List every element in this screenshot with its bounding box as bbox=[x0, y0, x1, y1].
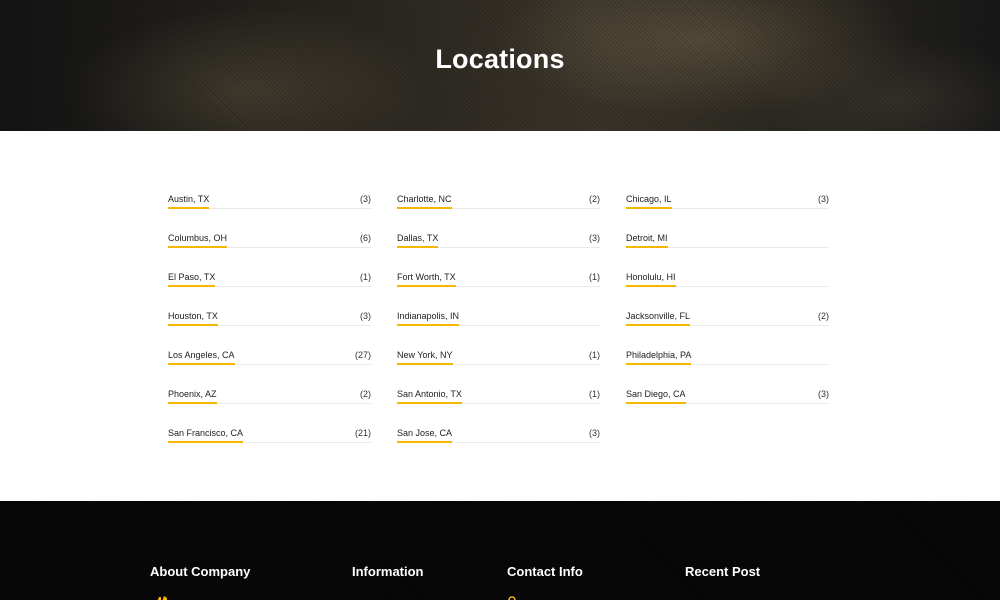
location-link[interactable]: Austin, TX (3) bbox=[168, 190, 371, 209]
location-count: (1) bbox=[589, 350, 600, 360]
locations-column-3: Chicago, IL (3) Detroit, MI Honolulu, HI… bbox=[626, 190, 829, 424]
location-count: (3) bbox=[818, 194, 829, 204]
locations-column-2: Charlotte, NC (2) Dallas, TX (3) Fort Wo… bbox=[397, 190, 600, 463]
location-name: Dallas, TX bbox=[397, 233, 439, 248]
location-count: (2) bbox=[589, 194, 600, 204]
location-link[interactable]: Columbus, OH (6) bbox=[168, 229, 371, 248]
location-link[interactable]: Detroit, MI bbox=[626, 229, 829, 248]
location-link[interactable]: Houston, TX (3) bbox=[168, 307, 371, 326]
location-name: Fort Worth, TX bbox=[397, 272, 456, 287]
location-count: (3) bbox=[589, 428, 600, 438]
location-name: Jacksonville, FL bbox=[626, 311, 691, 326]
location-link[interactable]: Los Angeles, CA (27) bbox=[168, 346, 371, 365]
footer-heading-about: About Company bbox=[150, 564, 251, 579]
location-count: (2) bbox=[360, 389, 371, 399]
location-name: Detroit, MI bbox=[626, 233, 668, 248]
location-link[interactable]: Honolulu, HI bbox=[626, 268, 829, 287]
location-count: (3) bbox=[818, 389, 829, 399]
location-name: Houston, TX bbox=[168, 311, 218, 326]
location-name: Columbus, OH bbox=[168, 233, 228, 248]
location-link[interactable]: San Francisco, CA (21) bbox=[168, 424, 371, 443]
location-count: (21) bbox=[354, 428, 371, 438]
footer-heading-information: Information bbox=[352, 564, 424, 579]
map-pin-icon bbox=[508, 596, 516, 600]
location-link[interactable]: San Antonio, TX (1) bbox=[397, 385, 600, 404]
location-name: New York, NY bbox=[397, 350, 453, 365]
location-name: San Francisco, CA bbox=[168, 428, 244, 443]
location-link[interactable]: New York, NY (1) bbox=[397, 346, 600, 365]
location-name: San Diego, CA bbox=[626, 389, 686, 404]
location-name: Honolulu, HI bbox=[626, 272, 676, 287]
location-count: (1) bbox=[589, 389, 600, 399]
location-link[interactable]: Phoenix, AZ (2) bbox=[168, 385, 371, 404]
location-link[interactable]: Chicago, IL (3) bbox=[626, 190, 829, 209]
location-count: (6) bbox=[360, 233, 371, 243]
locations-column-1: Austin, TX (3) Columbus, OH (6) El Paso,… bbox=[168, 190, 371, 463]
location-name: San Jose, CA bbox=[397, 428, 453, 443]
location-name: Charlotte, NC bbox=[397, 194, 452, 209]
location-name: El Paso, TX bbox=[168, 272, 216, 287]
footer-heading-contact: Contact Info bbox=[507, 564, 583, 579]
location-name: Chicago, IL bbox=[626, 194, 672, 209]
location-name: Indianapolis, IN bbox=[397, 311, 460, 326]
location-count: (1) bbox=[360, 272, 371, 282]
location-link[interactable]: Philadelphia, PA bbox=[626, 346, 829, 365]
location-count: (3) bbox=[360, 311, 371, 321]
location-link[interactable]: Dallas, TX (3) bbox=[397, 229, 600, 248]
location-name: Phoenix, AZ bbox=[168, 389, 217, 404]
location-name: Philadelphia, PA bbox=[626, 350, 692, 365]
crane-logo-icon bbox=[157, 596, 167, 600]
page-title: Locations bbox=[435, 44, 565, 74]
location-name: San Antonio, TX bbox=[397, 389, 462, 404]
location-count: (3) bbox=[360, 194, 371, 204]
location-link[interactable]: Fort Worth, TX (1) bbox=[397, 268, 600, 287]
location-name: Austin, TX bbox=[168, 194, 210, 209]
footer-heading-recent: Recent Post bbox=[685, 564, 761, 579]
location-link[interactable]: San Jose, CA (3) bbox=[397, 424, 600, 443]
location-count: (27) bbox=[354, 350, 371, 360]
location-link[interactable]: El Paso, TX (1) bbox=[168, 268, 371, 287]
page-hero-banner: Locations bbox=[0, 0, 1000, 131]
site-footer: About Company Information Contact Info R… bbox=[0, 501, 1000, 600]
location-link[interactable]: Indianapolis, IN bbox=[397, 307, 600, 326]
location-count: (1) bbox=[589, 272, 600, 282]
location-link[interactable]: Charlotte, NC (2) bbox=[397, 190, 600, 209]
location-link[interactable]: Jacksonville, FL (2) bbox=[626, 307, 829, 326]
location-link[interactable]: San Diego, CA (3) bbox=[626, 385, 829, 404]
location-count: (2) bbox=[818, 311, 829, 321]
location-name: Los Angeles, CA bbox=[168, 350, 235, 365]
location-count: (3) bbox=[589, 233, 600, 243]
